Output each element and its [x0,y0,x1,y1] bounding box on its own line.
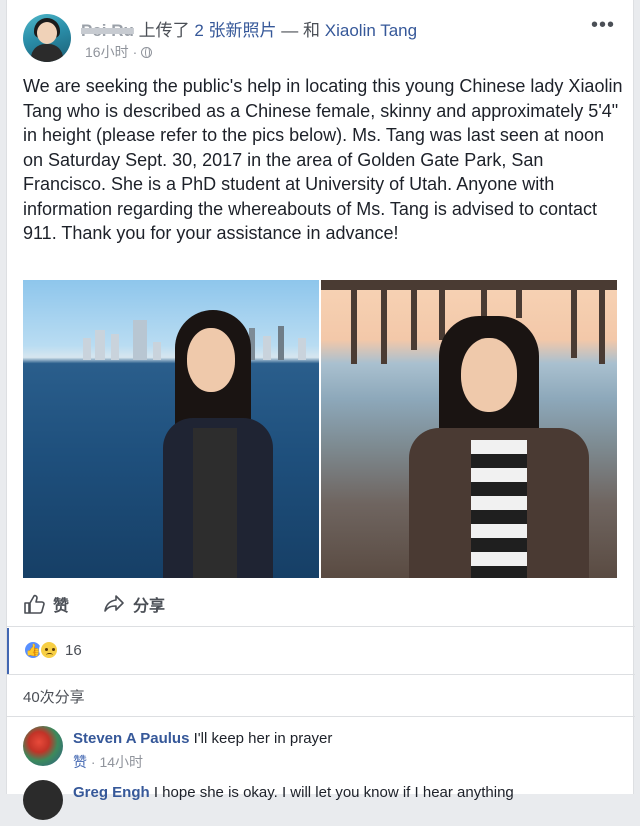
post-actions: 赞 分享 [23,590,623,618]
sad-icon [39,640,59,660]
post-body-text: We are seeking the public's help in loca… [23,76,623,243]
share-label: 分享 [133,598,166,615]
commenter-name[interactable]: Steven A Paulus [73,730,189,747]
divider [7,626,635,627]
photo-1[interactable] [23,280,319,578]
poster-name[interactable]: Pei Ru [81,21,134,40]
share-arrow-icon [104,595,124,612]
comment-timestamp[interactable]: 14小时 [99,754,143,770]
poster-avatar[interactable] [23,14,71,62]
tagged-name-link[interactable]: Xiaolin Tang [325,21,417,40]
reaction-accent-bar [7,628,9,674]
with-text: — 和 [281,21,321,40]
reaction-count: 16 [65,641,82,659]
photo-grid [23,280,617,578]
commenter-avatar[interactable] [23,726,63,766]
comment-item: Steven A Paulus I'll keep her in prayer … [23,726,623,772]
globe-icon[interactable] [141,46,153,58]
like-label: 赞 [53,598,70,615]
share-count-link[interactable]: 40次分享 [23,686,85,707]
comment-item: Greg Engh I hope she is okay. I will let… [23,780,623,826]
post-timestamp[interactable]: 16小时 [85,42,129,62]
post-meta: 16小时 · [85,42,153,62]
reaction-summary[interactable]: 👍 16 [23,640,82,660]
share-button[interactable]: 分享 [103,592,165,616]
comment-body: Steven A Paulus I'll keep her in prayer [73,730,332,747]
thumbs-up-icon [24,594,45,614]
comment-text: I hope she is okay. I will let you know … [153,784,514,801]
comment-like-link[interactable]: 赞 [73,754,87,770]
comment-text: I'll keep her in prayer [193,730,333,747]
more-options-button[interactable]: ••• [591,15,615,35]
action-text: 上传了 [138,21,190,40]
commenter-avatar[interactable] [23,780,63,820]
post-headline: Pei Ru 上传了 2 张新照片 — 和 Xiaolin Tang [81,16,417,41]
comment-body: Greg Engh I hope she is okay. I will let… [73,784,514,801]
divider [7,716,635,717]
post-card: Pei Ru 上传了 2 张新照片 — 和 Xiaolin Tang 16小时 … [6,0,635,820]
photo-count-link[interactable]: 2 张新照片 [194,21,276,40]
commenter-name[interactable]: Greg Engh [73,784,150,801]
post-header: Pei Ru 上传了 2 张新照片 — 和 Xiaolin Tang 16小时 … [23,12,623,62]
comment-meta: 赞 · 14小时 [73,754,144,770]
like-button[interactable]: 赞 [23,592,69,616]
photo-2[interactable] [321,280,617,578]
divider [7,674,635,675]
